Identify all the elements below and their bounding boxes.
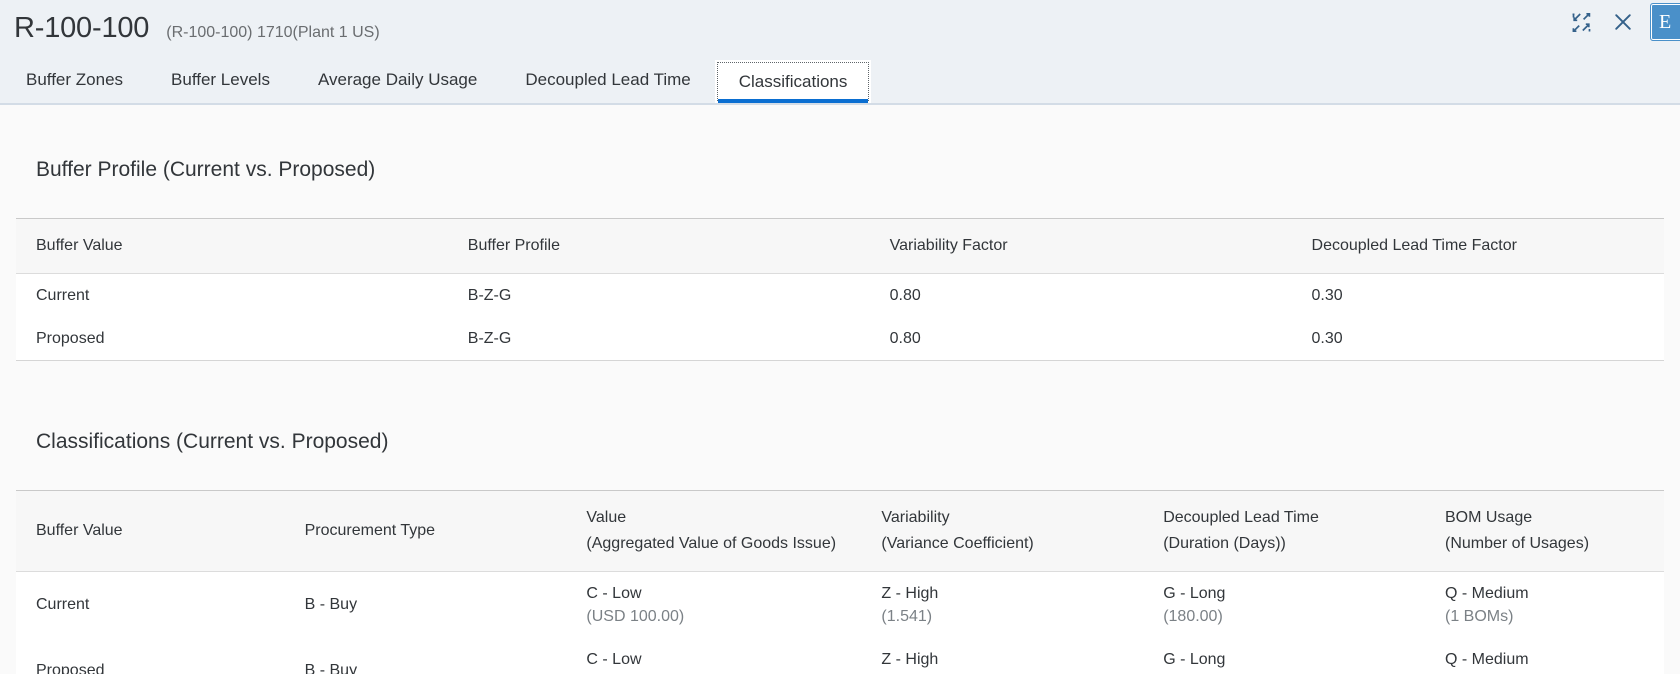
buffer-profile-section-title: Buffer Profile (Current vs. Proposed): [36, 158, 376, 182]
column-header-buffer-profile[interactable]: Buffer Profile: [447, 217, 870, 274]
close-icon: [1613, 12, 1633, 32]
exit-full-screen-button[interactable]: [1560, 1, 1602, 43]
cell-bom-usage-sub: (1 BOMs): [1444, 607, 1514, 625]
column-header-line2: (Variance Coefficient): [881, 534, 1034, 552]
tab-buffer-levels[interactable]: Buffer Levels: [147, 57, 294, 103]
page-title: R-100-100: [14, 12, 150, 44]
column-header-line1: Buffer Value: [36, 521, 123, 539]
cell-procurement-type: B - Buy: [284, 571, 567, 638]
column-header-line1: BOM Usage: [1444, 508, 1533, 526]
cell-variability-sub: (1.541): [881, 607, 933, 625]
column-header-line2: (Aggregated Value of Goods Issue): [586, 534, 837, 552]
cell-decoupled-lead-time-main: G - Long: [1163, 584, 1226, 602]
cell-value: C - Low (USD 100.00): [566, 637, 862, 674]
title-row: R-100-100 (R-100-100) 1710(Plant 1 US): [0, 0, 1680, 52]
column-header-value[interactable]: Value (Aggregated Value of Goods Issue): [566, 489, 862, 572]
cell-value-main: C - Low: [586, 584, 642, 602]
tab-classifications[interactable]: Classifications: [714, 60, 872, 103]
object-page-header: R-100-100 (R-100-100) 1710(Plant 1 US) E…: [0, 0, 1680, 105]
cell-bom-usage: Q - Medium (1 BOMs): [1424, 571, 1664, 638]
classifications-section-title: Classifications (Current vs. Proposed): [36, 430, 389, 454]
cell-buffer-profile: B-Z-G: [447, 273, 870, 317]
column-header-decoupled-lead-time-factor[interactable]: Decoupled Lead Time Factor: [1291, 217, 1664, 274]
cell-buffer-value: Current: [16, 273, 448, 317]
cell-variability: Z - High (1.541): [861, 637, 1144, 674]
cell-variability-factor: 0.80: [869, 273, 1292, 317]
column-header-procurement-type[interactable]: Procurement Type: [284, 489, 567, 572]
table-row[interactable]: Proposed B-Z-G 0.80 0.30: [16, 316, 1664, 361]
column-header-bom-usage[interactable]: BOM Usage (Number of Usages): [1424, 489, 1664, 572]
table-header-row: Buffer Value Buffer Profile Variability …: [16, 217, 1664, 274]
table-row[interactable]: Current B-Z-G 0.80 0.30: [16, 273, 1664, 317]
exit-full-screen-icon: [1571, 12, 1592, 33]
cell-variability-main: Z - High: [881, 584, 939, 602]
tab-label: Decoupled Lead Time: [525, 70, 691, 89]
cell-buffer-value: Proposed: [16, 637, 285, 674]
column-header-buffer-value[interactable]: Buffer Value: [16, 217, 448, 274]
cell-bom-usage: Q - Medium (1 BOMs): [1424, 637, 1664, 674]
cell-decoupled-lead-time-main: G - Long: [1163, 650, 1226, 668]
column-header-variability-factor[interactable]: Variability Factor: [869, 217, 1292, 274]
cell-decoupled-lead-time-sub: (180.00): [1163, 607, 1223, 625]
classifications-table: Buffer Value Procurement Type Value (Agg…: [16, 489, 1664, 674]
table-row[interactable]: Proposed B - Buy C - Low (USD 100.00) Z …: [16, 637, 1664, 674]
edit-button-label: E: [1659, 11, 1672, 33]
tab-decoupled-lead-time[interactable]: Decoupled Lead Time: [501, 57, 714, 103]
tab-buffer-zones[interactable]: Buffer Zones: [2, 57, 147, 103]
page-subtitle: (R-100-100) 1710(Plant 1 US): [166, 24, 380, 41]
header-actions: E: [1560, 0, 1680, 44]
column-header-line1: Variability: [881, 508, 950, 526]
cell-buffer-value: Current: [16, 571, 285, 638]
column-header-line1: Value: [586, 508, 627, 526]
cell-variability-factor: 0.80: [869, 316, 1292, 361]
cell-value-main: C - Low: [586, 650, 642, 668]
column-header-buffer-value[interactable]: Buffer Value: [16, 489, 285, 572]
cell-value: C - Low (USD 100.00): [566, 571, 862, 638]
cell-buffer-value: Proposed: [16, 316, 448, 361]
cell-value-sub: (USD 100.00): [586, 607, 685, 625]
cell-variability: Z - High (1.541): [861, 571, 1144, 638]
cell-decoupled-lead-time: G - Long (180.00): [1143, 637, 1425, 674]
column-header-line2: (Duration (Days)): [1163, 534, 1286, 552]
column-header-line1: Procurement Type: [304, 521, 436, 539]
buffer-profile-table: Buffer Value Buffer Profile Variability …: [16, 217, 1664, 361]
edit-button[interactable]: E: [1650, 3, 1680, 41]
column-header-line1: Decoupled Lead Time: [1163, 508, 1319, 526]
column-header-decoupled-lead-time[interactable]: Decoupled Lead Time (Duration (Days)): [1143, 489, 1425, 572]
table-header-row: Buffer Value Procurement Type Value (Agg…: [16, 489, 1664, 572]
cell-buffer-profile: B-Z-G: [447, 316, 870, 361]
tab-label: Average Daily Usage: [317, 70, 478, 89]
cell-decoupled-lead-time-factor: 0.30: [1291, 273, 1664, 317]
tab-bar: Buffer Zones Buffer Levels Average Daily…: [0, 57, 1680, 103]
page-content: Buffer Profile (Current vs. Proposed) Bu…: [0, 122, 1680, 674]
tab-average-daily-usage[interactable]: Average Daily Usage: [294, 57, 501, 103]
table-row[interactable]: Current B - Buy C - Low (USD 100.00) Z -…: [16, 571, 1664, 638]
cell-decoupled-lead-time: G - Long (180.00): [1143, 571, 1425, 638]
tab-label: Classifications: [738, 71, 848, 91]
cell-bom-usage-main: Q - Medium: [1444, 650, 1529, 668]
column-header-variability[interactable]: Variability (Variance Coefficient): [861, 489, 1144, 572]
cell-decoupled-lead-time-factor: 0.30: [1291, 316, 1664, 361]
tab-label: Buffer Levels: [171, 70, 270, 89]
cell-variability-main: Z - High: [881, 650, 939, 668]
column-header-line2: (Number of Usages): [1444, 534, 1590, 552]
cell-bom-usage-main: Q - Medium: [1444, 584, 1529, 602]
tab-label: Buffer Zones: [26, 70, 124, 89]
close-button[interactable]: [1602, 1, 1644, 43]
cell-procurement-type: B - Buy: [284, 637, 567, 674]
